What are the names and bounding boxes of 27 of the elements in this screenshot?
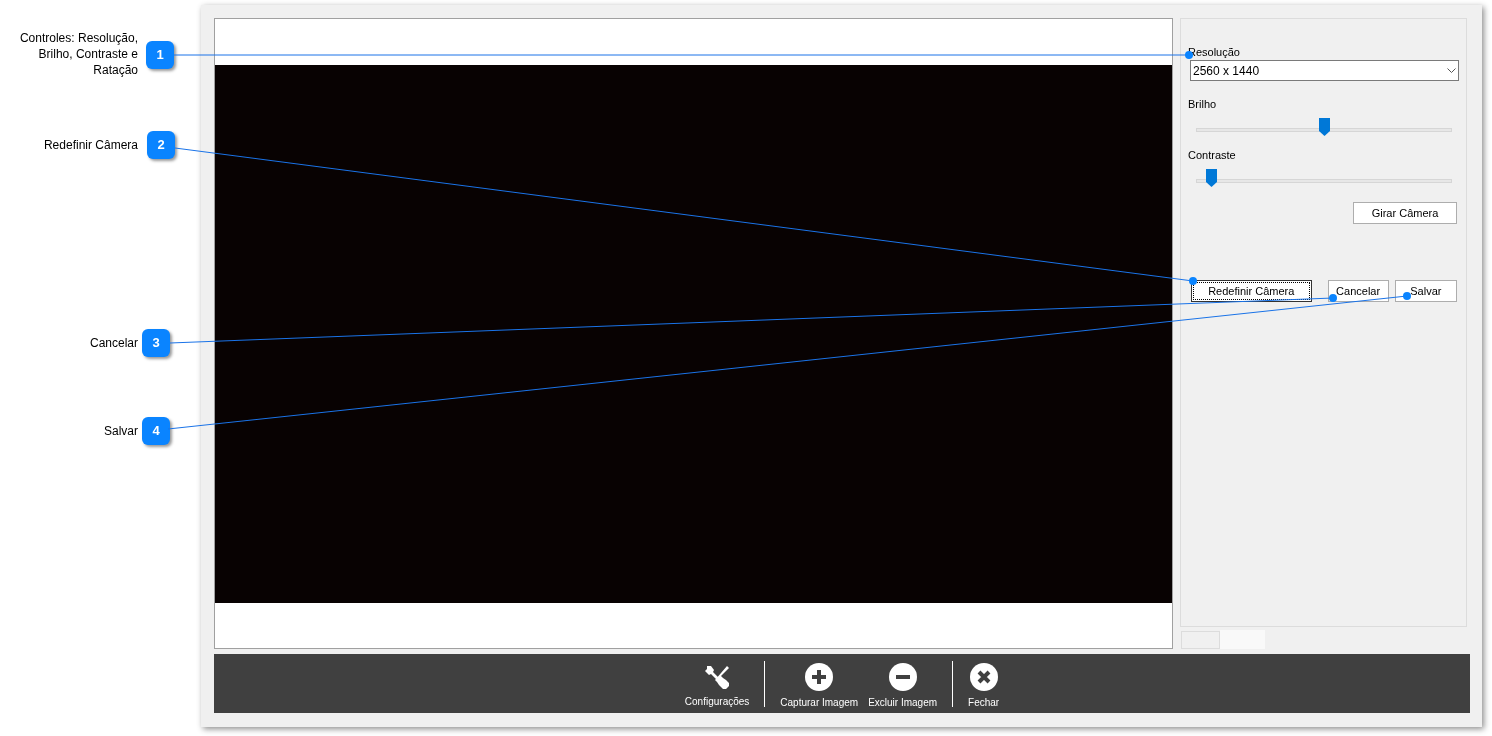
action-button[interactable]: Salvar: [1394, 280, 1457, 302]
toolbar-button[interactable]: Capturar Imagem: [775, 657, 864, 710]
callout-label: Salvar: [103, 423, 138, 439]
callout-badge: 4: [142, 417, 170, 445]
callout-label: Cancelar: [88, 335, 138, 351]
toolbar-button[interactable]: Fechar: [963, 657, 1005, 710]
callout-label: Redefinir Câmera: [42, 137, 138, 153]
toolbar-button[interactable]: Excluir Imagem: [863, 657, 943, 710]
action-button[interactable]: Redefinir Câmera: [1191, 280, 1312, 302]
toolbar-button[interactable]: Configurações: [679, 658, 755, 709]
close-circle-icon: [969, 663, 998, 691]
resolution-label: Resolução: [1188, 45, 1241, 58]
slider-label: Brilho: [1188, 97, 1218, 110]
slider-thumb[interactable]: [1206, 169, 1217, 187]
tools-icon: [704, 664, 731, 690]
chevron-down-icon: [1447, 68, 1456, 73]
action-button[interactable]: Cancelar: [1327, 280, 1389, 302]
minus-circle-icon: [888, 663, 917, 691]
callout-badge: 2: [147, 131, 175, 159]
callout-label: Controles: Resolução, Brilho, Contraste e Ratação: [18, 30, 138, 78]
rotate-camera-button[interactable]: Girar Câmera: [1353, 202, 1457, 224]
slider-label: Contraste: [1188, 148, 1237, 161]
resolution-dropdown[interactable]: 2560 x 1440: [1190, 60, 1459, 81]
plus-circle-icon: [805, 663, 834, 691]
callout-badge: 1: [146, 41, 174, 69]
slider-thumb[interactable]: [1319, 118, 1330, 136]
callout-badge: 3: [142, 329, 170, 357]
